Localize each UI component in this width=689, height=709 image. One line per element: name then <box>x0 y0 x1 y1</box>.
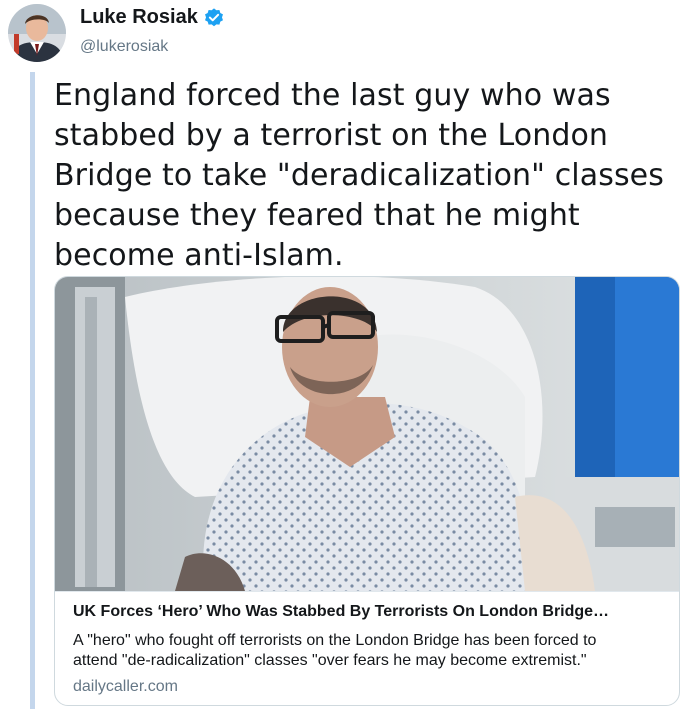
tweet-text-line: become anti-Islam. <box>54 238 344 273</box>
card-description-line: attend "de-radicalization" classes "over… <box>73 652 587 669</box>
tweet-text-line: because they feared that he might <box>54 198 580 233</box>
card-title[interactable]: UK Forces ‘Hero’ Who Was Stabbed By Terr… <box>73 602 663 622</box>
tweet-text-line: stabbed by a terrorist on the London <box>54 118 609 153</box>
card-domain[interactable]: dailycaller.com <box>73 677 663 697</box>
link-card[interactable]: UK Forces ‘Hero’ Who Was Stabbed By Terr… <box>54 276 680 706</box>
card-body[interactable]: UK Forces ‘Hero’ Who Was Stabbed By Terr… <box>55 591 679 697</box>
handle[interactable]: @lukerosiak <box>80 38 225 56</box>
display-name[interactable]: Luke Rosiak <box>80 6 198 29</box>
thread-line <box>30 72 35 709</box>
verified-badge-icon <box>204 7 223 26</box>
tweet-header: Luke Rosiak @lukerosiak <box>8 4 225 66</box>
card-image[interactable] <box>55 277 679 591</box>
hospital-patient-photo-icon <box>55 277 679 591</box>
tweet-text: England forced the last guy who was stab… <box>54 76 684 276</box>
avatar[interactable] <box>8 4 66 62</box>
tweet-text-line: Bridge to take "deradicalization" classe… <box>54 158 664 193</box>
profile-photo-icon <box>8 4 66 62</box>
tweet-text-line: England forced the last guy who was <box>54 78 611 113</box>
card-description-line: A "hero" who fought off terrorists on th… <box>73 632 597 649</box>
card-description: A "hero" who fought off terrorists on th… <box>73 631 663 671</box>
